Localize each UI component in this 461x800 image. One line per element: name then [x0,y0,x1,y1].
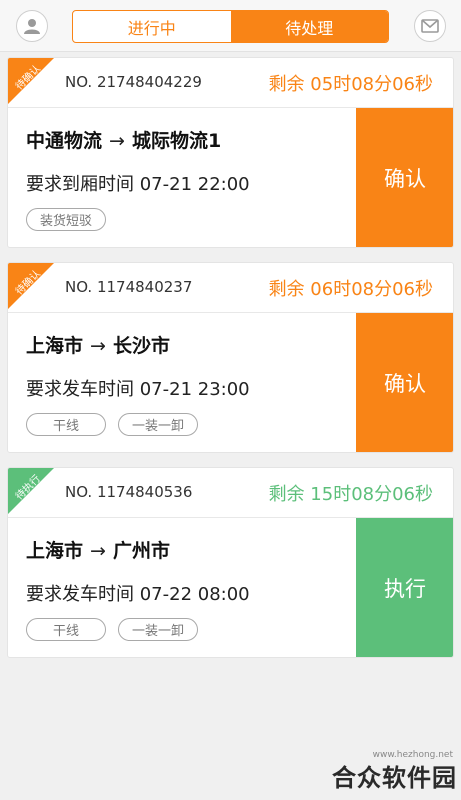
tab-pending[interactable]: 待处理 [230,11,388,42]
user-button[interactable] [16,10,48,42]
route: 上海市 → 长沙市 [26,331,170,358]
remaining-time: 剩余 06时08分06秒 [268,279,433,300]
order-number: NO. 1174840536 [65,483,193,501]
order-tag: 干线 [26,413,106,436]
message-icon [421,19,439,33]
order-tags: 干线 一装一卸 [26,413,198,436]
watermark-name: 合众软件园 [332,764,457,792]
route-destination: 广州市 [112,540,170,562]
route: 上海市 → 广州市 [26,536,170,563]
required-time: 要求发车时间 07-21 23:00 [26,379,250,400]
execute-button[interactable]: 执行 [356,518,453,657]
watermark: www.hezhong.net 合众软件园 [324,750,461,800]
route-arrow-icon: → [90,335,106,357]
status-segmented-control: 进行中 待处理 [72,10,389,43]
message-button[interactable] [414,10,446,42]
route-arrow-icon: → [109,130,125,152]
confirm-button[interactable]: 确认 [356,313,453,452]
order-tag: 装货短驳 [26,208,106,231]
order-tag: 一装一卸 [118,413,198,436]
tab-in-progress[interactable]: 进行中 [73,11,231,42]
user-icon [24,19,40,34]
order-header: NO. 1174840536 剩余 15时08分06秒 [8,468,453,518]
route-origin: 中通物流 [26,130,103,152]
route: 中通物流 → 城际物流1 [26,126,221,153]
order-tag: 一装一卸 [118,618,198,641]
required-time: 要求到厢时间 07-21 22:00 [26,174,250,195]
order-tags: 干线 一装一卸 [26,618,198,641]
top-bar: 进行中 待处理 [0,0,461,52]
route-destination: 长沙市 [112,335,170,357]
route-arrow-icon: → [90,540,106,562]
order-card: 待确认 NO. 1174840237 剩余 06时08分06秒 上海市 → 长沙市 … [7,262,454,453]
remaining-time: 剩余 15时08分06秒 [268,484,433,505]
order-header: NO. 21748404229 剩余 05时08分06秒 [8,58,453,108]
order-number: NO. 21748404229 [65,73,202,91]
order-card: 待确认 NO. 21748404229 剩余 05时08分06秒 中通物流 → 城际… [7,57,454,248]
route-origin: 上海市 [26,335,84,357]
route-destination: 城际物流1 [131,130,222,152]
order-card: 待执行 NO. 1174840536 剩余 15时08分06秒 上海市 → 广州市 … [7,467,454,658]
confirm-button[interactable]: 确认 [356,108,453,247]
required-time: 要求发车时间 07-22 08:00 [26,584,250,605]
order-number: NO. 1174840237 [65,278,193,296]
order-tag: 干线 [26,618,106,641]
remaining-time: 剩余 05时08分06秒 [268,74,433,95]
order-tags: 装货短驳 [26,208,106,231]
route-origin: 上海市 [26,540,84,562]
order-header: NO. 1174840237 剩余 06时08分06秒 [8,263,453,313]
